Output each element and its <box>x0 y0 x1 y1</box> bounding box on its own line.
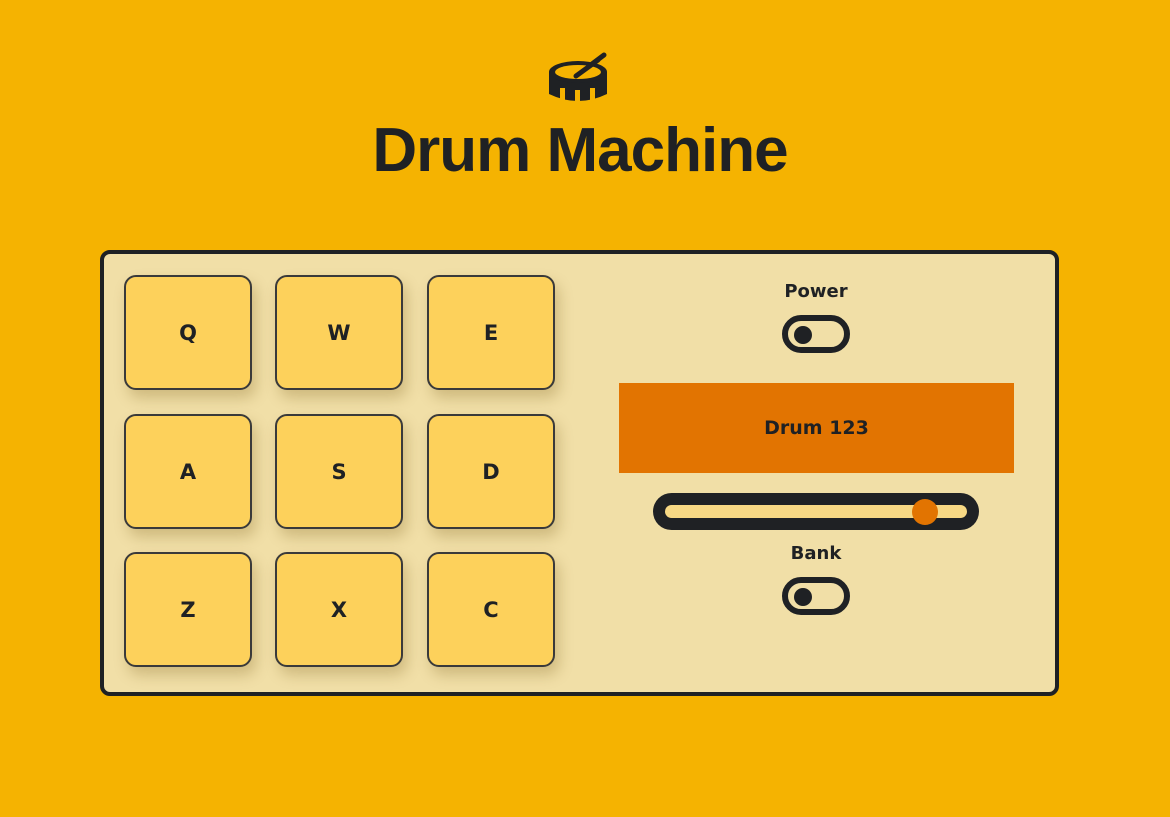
pad-s[interactable]: S <box>275 414 403 529</box>
bank-label: Bank <box>790 543 842 564</box>
drum-icon <box>549 52 607 105</box>
pad-a[interactable]: A <box>124 414 252 529</box>
bank-toggle[interactable] <box>782 577 850 615</box>
pad-q[interactable]: Q <box>124 275 252 390</box>
volume-slider[interactable] <box>653 493 979 530</box>
pad-c[interactable]: C <box>427 552 555 667</box>
volume-slider-thumb[interactable] <box>911 499 938 525</box>
power-toggle-knob <box>794 326 812 344</box>
bank-toggle-knob <box>794 588 812 606</box>
pad-e[interactable]: E <box>427 275 555 390</box>
pad-w[interactable]: W <box>275 275 403 390</box>
page-title: Drum Machine <box>372 116 788 185</box>
power-label: Power <box>784 281 848 302</box>
drum-machine-panel: Q W E A S D Z X C Power Drum 123 Bank <box>100 250 1059 696</box>
power-toggle[interactable] <box>782 315 850 353</box>
pad-z[interactable]: Z <box>124 552 252 667</box>
pad-d[interactable]: D <box>427 414 555 529</box>
display-screen: Drum 123 <box>619 383 1014 473</box>
pad-x[interactable]: X <box>275 552 403 667</box>
